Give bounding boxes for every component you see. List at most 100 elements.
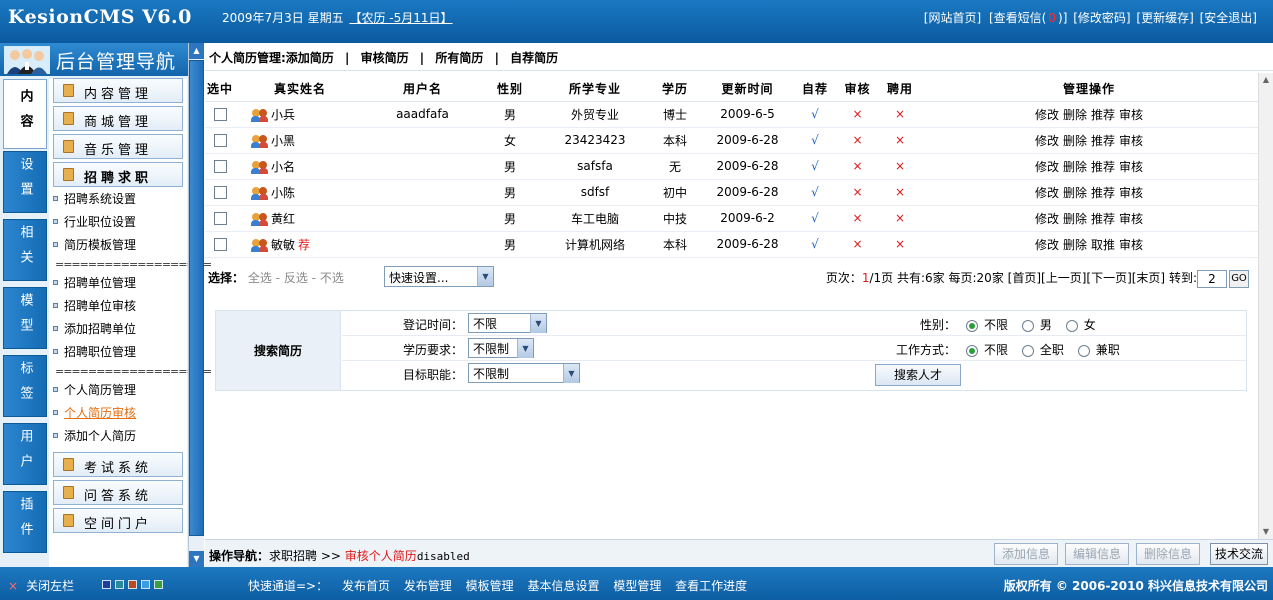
tab-self-recommended[interactable]: 自荐简历 (510, 51, 558, 65)
self-recommend-check-icon[interactable]: √ (795, 231, 835, 258)
audit-link[interactable]: 审核 (1119, 212, 1143, 226)
nav-scrollbar[interactable]: ▲ ▼ (188, 43, 204, 567)
edit-link[interactable]: 修改 (1035, 134, 1059, 148)
scroll-down-icon[interactable]: ▼ (189, 551, 204, 567)
audit-cross-icon[interactable]: × (835, 127, 880, 154)
site-home-link[interactable]: [网站首页] (924, 11, 981, 25)
edit-info-button[interactable]: 编辑信息 (1065, 543, 1129, 565)
content-scrollbar[interactable]: ▲ ▼ (1258, 73, 1273, 539)
add-info-button[interactable]: 添加信息 (994, 543, 1058, 565)
hire-cross-icon[interactable]: × (880, 127, 920, 154)
tab-all-resume[interactable]: 所有简历 (435, 51, 483, 65)
scroll-up-icon[interactable]: ▲ (189, 43, 204, 59)
audit-link[interactable]: 审核 (1119, 186, 1143, 200)
tab-labels[interactable]: 标签 (3, 355, 47, 417)
theme-swatch[interactable] (154, 580, 163, 589)
audit-cross-icon[interactable]: × (835, 205, 880, 232)
edit-link[interactable]: 修改 (1035, 238, 1059, 252)
row-checkbox[interactable] (213, 160, 227, 173)
lunar-date-link[interactable]: 【农历 -5月11日】 (349, 11, 452, 25)
audit-link[interactable]: 审核 (1119, 160, 1143, 174)
menu-item-position-management[interactable]: 招聘职位管理 (53, 343, 136, 361)
delete-link[interactable]: 删除 (1063, 238, 1087, 252)
scroll-thumb[interactable] (189, 60, 204, 536)
audit-cross-icon[interactable]: × (835, 153, 880, 180)
breadcrumb-path[interactable]: 求职招聘 (269, 549, 317, 563)
recommend-link[interactable]: 推荐 (1091, 108, 1115, 122)
audit-cross-icon[interactable]: × (835, 231, 880, 258)
hire-cross-icon[interactable]: × (880, 205, 920, 232)
delete-link[interactable]: 删除 (1063, 186, 1087, 200)
scroll-down-icon[interactable]: ▼ (1259, 525, 1273, 539)
tab-settings[interactable]: 设置 (3, 151, 47, 213)
logout-link[interactable]: [安全退出] (1200, 11, 1257, 25)
update-cache-link[interactable]: [更新缓存] (1136, 11, 1193, 25)
education-select[interactable]: 不限制 ▼ (468, 338, 534, 358)
select-inverse-link[interactable]: 反选 (284, 271, 308, 285)
gender-any-radio[interactable] (966, 319, 978, 332)
real-name[interactable]: 黄红 (271, 212, 295, 226)
tech-exchange-button[interactable]: 技术交流 (1210, 543, 1268, 565)
audit-cross-icon[interactable]: × (835, 179, 880, 206)
go-button[interactable]: GO (1229, 269, 1249, 288)
row-checkbox[interactable] (213, 108, 227, 121)
row-checkbox[interactable] (213, 212, 227, 225)
theme-swatch[interactable] (102, 580, 111, 589)
gender-female-radio[interactable] (1065, 319, 1078, 332)
reg-time-select[interactable]: 不限 ▼ (468, 313, 547, 333)
real-name[interactable]: 小黑 (271, 134, 295, 148)
real-name[interactable]: 小陈 (271, 186, 295, 200)
recommend-link[interactable]: 推荐 (1091, 212, 1115, 226)
self-recommend-check-icon[interactable]: √ (795, 179, 835, 206)
edit-link[interactable]: 修改 (1035, 108, 1059, 122)
change-password-link[interactable]: [修改密码] (1073, 11, 1130, 25)
row-checkbox[interactable] (213, 134, 227, 147)
self-recommend-check-icon[interactable]: √ (795, 101, 835, 128)
audit-cross-icon[interactable]: × (835, 101, 880, 128)
work-parttime-radio[interactable] (1077, 344, 1090, 357)
menu-item-add-resume[interactable]: 添加个人简历 (53, 427, 136, 445)
recommend-link[interactable]: 推荐 (1091, 186, 1115, 200)
real-name[interactable]: 敏敏 (271, 238, 295, 252)
delete-link[interactable]: 删除 (1063, 212, 1087, 226)
pager-links[interactable]: [首页][上一页][下一页][末页] (1008, 271, 1165, 285)
menu-item-unit-audit[interactable]: 招聘单位审核 (53, 297, 136, 315)
tab-content[interactable]: 内容 (3, 79, 47, 149)
row-checkbox[interactable] (213, 238, 227, 251)
tab-audit-resume[interactable]: 审核简历 (361, 51, 409, 65)
edit-link[interactable]: 修改 (1035, 160, 1059, 174)
quick-link-models[interactable]: 模型管理 (613, 579, 661, 593)
hire-cross-icon[interactable]: × (880, 101, 920, 128)
tab-plugins[interactable]: 插件 (3, 491, 47, 553)
quick-link-templates[interactable]: 模板管理 (466, 579, 514, 593)
delete-info-button[interactable]: 删除信息 (1136, 543, 1200, 565)
menu-item-job-settings[interactable]: 招聘系统设置 (53, 190, 136, 208)
select-none-link[interactable]: 不选 (320, 271, 344, 285)
recommend-link[interactable]: 取推 (1091, 238, 1115, 252)
self-recommend-check-icon[interactable]: √ (795, 153, 835, 180)
page-title[interactable]: 个人简历管理:添加简历 (209, 51, 334, 65)
audit-link[interactable]: 审核 (1119, 108, 1143, 122)
work-any-radio[interactable] (966, 344, 978, 357)
menu-qa-system[interactable]: 问答系统 (53, 480, 183, 505)
edit-link[interactable]: 修改 (1035, 186, 1059, 200)
recommend-link[interactable]: 推荐 (1091, 160, 1115, 174)
menu-item-resume-management[interactable]: 个人简历管理 (53, 381, 136, 399)
menu-item-industry-settings[interactable]: 行业职位设置 (53, 213, 136, 231)
hire-cross-icon[interactable]: × (880, 231, 920, 258)
menu-exam-system[interactable]: 考试系统 (53, 452, 183, 477)
recommend-link[interactable]: 推荐 (1091, 134, 1115, 148)
menu-item-add-unit[interactable]: 添加招聘单位 (53, 320, 136, 338)
quick-setting-select[interactable]: 快速设置... ▼ (384, 266, 494, 287)
edit-link[interactable]: 修改 (1035, 212, 1059, 226)
quick-link-publish-manage[interactable]: 发布管理 (404, 579, 452, 593)
gender-male-radio[interactable] (1021, 319, 1034, 332)
quick-link-publish-home[interactable]: 发布首页 (342, 579, 390, 593)
menu-music-management[interactable]: 音乐管理 (53, 134, 183, 159)
select-all-link[interactable]: 全选 (248, 271, 272, 285)
tab-users[interactable]: 用户 (3, 423, 47, 485)
menu-space-portal[interactable]: 空间门户 (53, 508, 183, 533)
quick-link-basic-settings[interactable]: 基本信息设置 (527, 579, 599, 593)
menu-shop-management[interactable]: 商城管理 (53, 106, 183, 131)
row-checkbox[interactable] (213, 186, 227, 199)
